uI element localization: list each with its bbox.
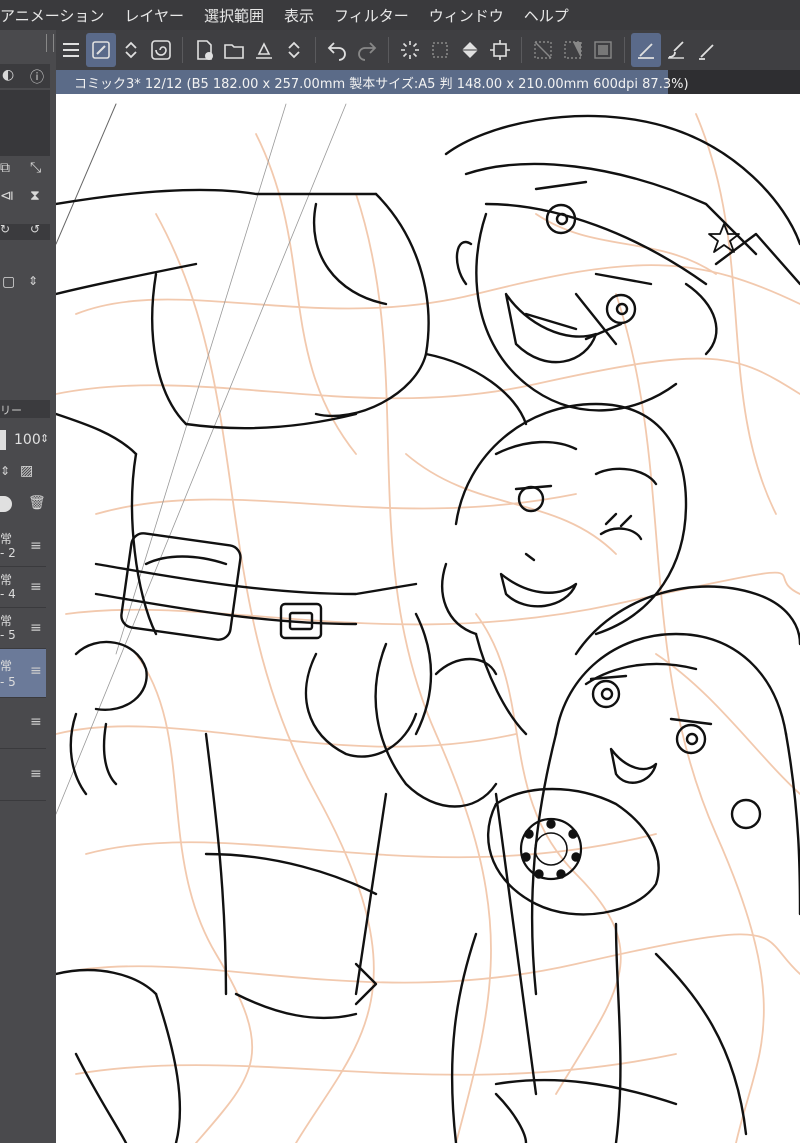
separator [315, 37, 316, 63]
menu-view[interactable]: 表示 [284, 5, 314, 26]
layer-blend-label: 常 [0, 614, 13, 628]
blend-mode-icon[interactable]: ▢ [2, 274, 15, 290]
deselect-icon[interactable] [528, 33, 558, 67]
menu-selection[interactable]: 選択範囲 [204, 5, 264, 26]
panel-grip[interactable] [46, 34, 54, 52]
layer-name-label: - 5 [0, 628, 16, 642]
resize-icon[interactable]: ⤡ [30, 160, 41, 176]
panel-tab-icon[interactable]: ◐ [2, 67, 14, 83]
layer-menu-icon[interactable]: ≡ [30, 579, 42, 595]
layer-item[interactable]: 常 - 5 ≡ [0, 608, 46, 649]
layer-menu-icon[interactable]: ≡ [30, 538, 42, 554]
stepper-icon[interactable] [116, 33, 146, 67]
flip-horizontal-icon[interactable]: ⧏ [0, 188, 14, 204]
layer-name-label: - 2 [0, 546, 16, 560]
opacity-stepper-icon[interactable]: ⇕ [40, 432, 49, 445]
layer-item[interactable]: 常 - 4 ≡ [0, 567, 46, 608]
navigator-area [0, 90, 50, 158]
separator [521, 37, 522, 63]
document-tab-title: コミック3* 12/12 (B5 182.00 x 257.00mm 製本サイズ… [74, 76, 689, 92]
layer-actions-row: 🗑 [0, 490, 50, 520]
transform-tools: ⧉ ⤡ ⧏ ⧗ [0, 156, 50, 216]
blend-stepper-icon[interactable]: ⇕ [28, 274, 38, 288]
trash-icon[interactable]: 🗑 [28, 495, 46, 511]
layer-menu-icon[interactable]: ≡ [30, 714, 42, 730]
brush-tool-icon[interactable] [86, 33, 116, 67]
scale-icon[interactable]: ⧉ [0, 160, 10, 176]
layer-menu-icon[interactable]: ≡ [30, 620, 42, 636]
crop-icon[interactable] [485, 33, 515, 67]
spiral-icon[interactable] [146, 33, 176, 67]
fill-icon[interactable] [455, 33, 485, 67]
layer-menu-icon[interactable]: ≡ [30, 663, 42, 679]
menu-animation[interactable]: アニメーション [0, 5, 104, 26]
mask-icon[interactable]: ▨ [20, 463, 33, 479]
flip-vertical-icon[interactable]: ⧗ [30, 188, 40, 204]
separator [388, 37, 389, 63]
opacity-value[interactable]: 100 [14, 432, 41, 448]
layer-blend-label: 常 [0, 659, 13, 673]
new-page-icon[interactable] [189, 33, 219, 67]
frame-icon[interactable] [588, 33, 618, 67]
left-panel: ◐ ⓘ ⧉ ⤡ ⧏ ⧗ ↻ ↺ ▢ ⇕ リー 100 ⇕ ⇕ ▨ 🗑 常 - 2… [0, 30, 56, 1143]
opacity-slider[interactable] [0, 430, 6, 450]
layer-panel-header: リー [0, 400, 50, 418]
panel-tab-row: ◐ ⓘ [0, 64, 50, 88]
transform-icon[interactable] [425, 33, 455, 67]
layer-item-selected[interactable]: 常 - 5 ≡ [0, 649, 46, 698]
undo-icon[interactable] [322, 33, 352, 67]
command-bar [56, 30, 800, 70]
document-tab-bar: コミック3* 12/12 (B5 182.00 x 257.00mm 製本サイズ… [56, 70, 800, 94]
layer-menu-icon[interactable]: ≡ [30, 766, 42, 782]
menu-window[interactable]: ウィンドウ [429, 5, 504, 26]
open-folder-icon[interactable] [219, 33, 249, 67]
layer-name-label: - 5 [0, 675, 16, 689]
layer-name-label: - 4 [0, 587, 16, 601]
stepper-icon-2[interactable] [279, 33, 309, 67]
menu-filter[interactable]: フィルター [334, 5, 409, 26]
opacity-row: 100 ⇕ [0, 424, 50, 456]
drawing-canvas[interactable] [56, 94, 800, 1143]
brush-size-icon[interactable] [661, 33, 691, 67]
menu-help[interactable]: ヘルプ [524, 5, 569, 26]
blend-row: ▢ ⇕ [0, 266, 50, 300]
more-icon[interactable] [691, 33, 721, 67]
layer-blend-label: 常 [0, 573, 13, 587]
new-layer-icon[interactable] [0, 496, 12, 512]
layer-item[interactable]: ≡ [0, 752, 46, 801]
export-icon[interactable] [249, 33, 279, 67]
stepper-small-icon[interactable]: ⇕ [0, 464, 10, 478]
line-art-drawing [56, 103, 800, 1143]
menu-icon[interactable] [56, 33, 86, 67]
layer-item[interactable]: 常 - 2 ≡ [0, 526, 46, 567]
redo-icon[interactable] [352, 33, 382, 67]
menu-bar: アニメーション レイヤー 選択範囲 表示 フィルター ウィンドウ ヘルプ [0, 0, 800, 30]
menu-layer[interactable]: レイヤー [124, 5, 184, 26]
separator [624, 37, 625, 63]
pen-pressure-icon[interactable] [631, 33, 661, 67]
divider-row: ↻ ↺ [0, 222, 50, 240]
reset-icon[interactable]: ↺ [30, 222, 40, 236]
info-icon[interactable]: ⓘ [30, 67, 44, 87]
layer-options-row: ⇕ ▨ [0, 458, 50, 488]
layer-blend-label: 常 [0, 532, 13, 546]
layer-item[interactable]: ≡ [0, 700, 46, 749]
rotate-icon[interactable]: ↻ [0, 222, 10, 236]
document-tab[interactable]: コミック3* 12/12 (B5 182.00 x 257.00mm 製本サイズ… [56, 70, 689, 94]
loading-icon[interactable] [395, 33, 425, 67]
separator [182, 37, 183, 63]
invert-selection-icon[interactable] [558, 33, 588, 67]
layer-panel-title: リー [0, 404, 22, 417]
